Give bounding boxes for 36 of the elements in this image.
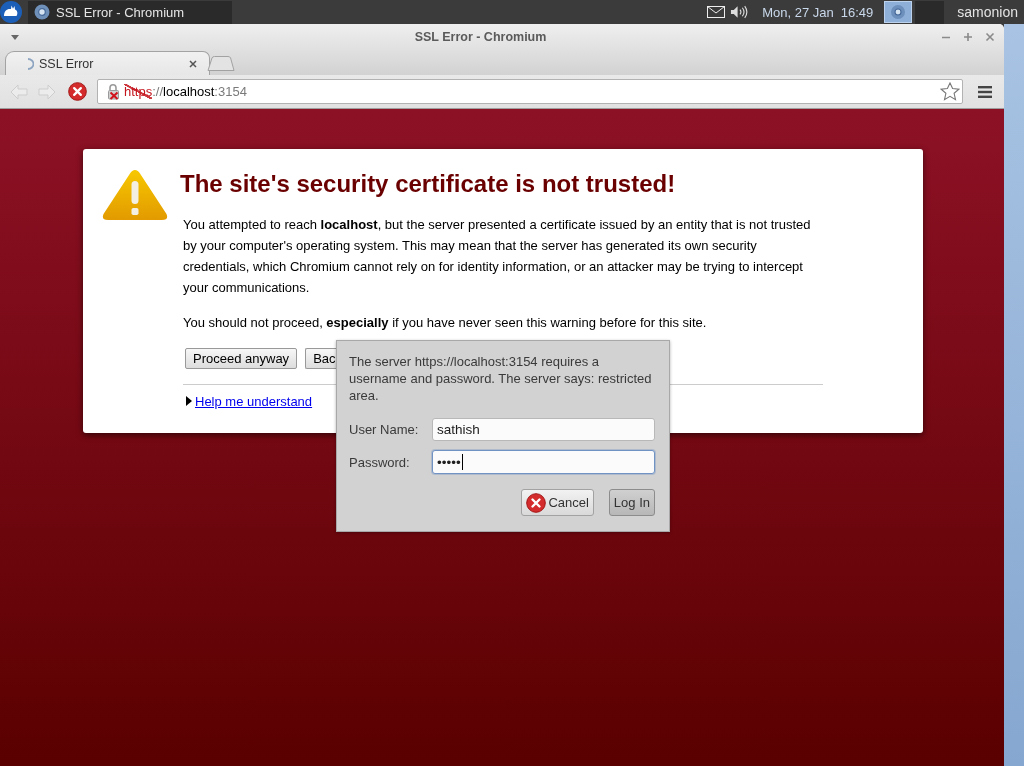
window-title: SSL Error - Chromium: [413, 30, 548, 44]
tab-close-icon[interactable]: [189, 59, 197, 68]
action-button[interactable]: Proceed anyway: [185, 348, 298, 369]
close-icon[interactable]: [985, 32, 995, 42]
panel-date: Mon, 27 Jan: [762, 4, 834, 20]
input-field[interactable]: sathish: [432, 418, 655, 441]
text-caret-icon: [461, 454, 463, 470]
cancel-button[interactable]: Cancel: [521, 489, 594, 516]
stop-icon[interactable]: [68, 82, 87, 101]
panel-username[interactable]: samonion: [957, 4, 1018, 20]
cancel-icon: [526, 492, 547, 513]
maximize-icon[interactable]: [963, 32, 973, 42]
app-menu-icon[interactable]: [0, 1, 22, 23]
action-button[interactable]: Bac: [305, 348, 336, 369]
warning-paragraph: You attempted to reach localhost, but the server presented a certificate issued by an entity that is not trusted by your computer's operating system. This may mean that the server has generated its own security credentials, which Chromium cannot rely on for identity information, or an attacker may be trying to intercept your communications.: [183, 216, 812, 297]
error-heading: The site's security certificate is not trusted!: [180, 169, 677, 199]
expand-triangle-icon[interactable]: [186, 396, 192, 406]
window-menu-caret-icon[interactable]: [11, 34, 19, 40]
mail-icon[interactable]: [707, 6, 726, 18]
field-label: User Name:: [349, 422, 420, 437]
warning-icon: [102, 169, 168, 221]
warning-paragraph: You should not proceed, especially if you have never seen this warning before for this site.: [183, 314, 708, 332]
help-link[interactable]: Help me understand: [195, 393, 313, 409]
taskbar-button[interactable]: SSL Error - Chromium: [28, 0, 232, 24]
menu-icon[interactable]: [978, 85, 992, 98]
tray-slot: [915, 0, 945, 24]
login-button[interactable]: Log In: [608, 489, 655, 516]
browser-icon: [34, 4, 50, 20]
bookmark-star-icon[interactable]: [940, 82, 960, 101]
panel-clock: 16:49: [840, 4, 874, 20]
browser-tab[interactable]: SSL Error: [5, 51, 210, 75]
browser-tray-icon[interactable]: [884, 1, 913, 23]
field-label: Password:: [349, 454, 411, 470]
dialog-message: The server https://localhost:3154 requires a username and password. The server says: restricted area.: [349, 353, 653, 404]
input-field[interactable]: •••••: [432, 450, 655, 474]
volume-icon[interactable]: [730, 5, 750, 19]
